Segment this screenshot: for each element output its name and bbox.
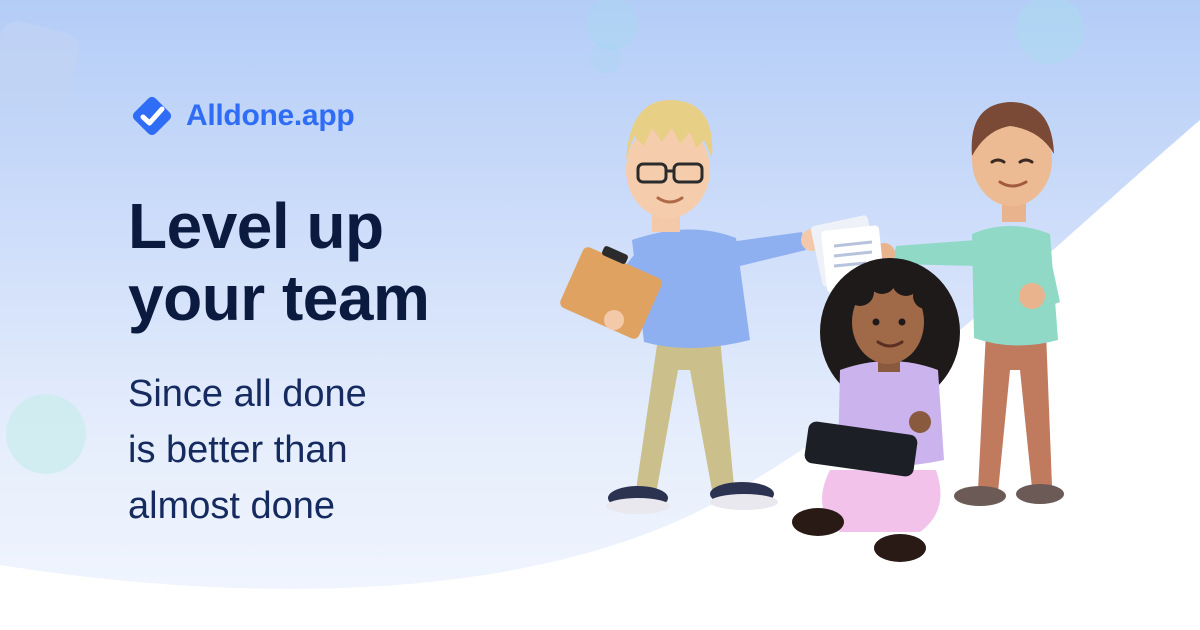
diamond-check-icon: [132, 96, 172, 136]
tagline-line-2: is better than: [128, 429, 348, 471]
tagline: Since all done is better than almost don…: [128, 366, 367, 534]
headline-line-2: your team: [128, 262, 430, 334]
decorative-circle-left: [6, 394, 86, 474]
man-with-clipboard-figure: [560, 100, 823, 514]
decorative-circle-top: [586, 0, 638, 50]
tagline-line-3: almost done: [128, 485, 336, 527]
decorative-circle-right: [1016, 0, 1084, 64]
woman-with-tablet-figure: [792, 258, 960, 562]
page-title: Level up your team: [128, 190, 430, 334]
tagline-line-1: Since all done: [128, 373, 367, 415]
headline-line-1: Level up: [128, 190, 384, 262]
brand-logo[interactable]: Alldone.app: [128, 92, 355, 140]
social-share-card: Alldone.app Level up your team Since all…: [0, 0, 1200, 630]
team-illustration: [560, 100, 1064, 562]
brand-name: Alldone.app: [186, 99, 355, 132]
decorative-rounded-square: [0, 21, 79, 111]
